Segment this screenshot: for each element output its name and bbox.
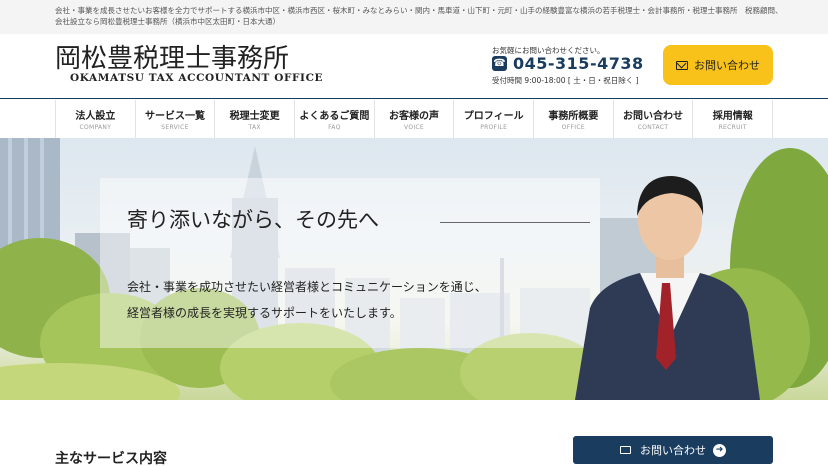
nav-top-border [0,98,828,99]
arrow-right-icon: ➜ [713,443,726,457]
nav-item-company[interactable]: 法人設立 COMPANY [56,100,136,138]
site-description: 会社・事業を成長させたいお客様を全力でサポートする横浜市中区・横浜市西区・桜木町… [55,6,783,26]
nav-sublabel: COMPANY [79,124,112,131]
nav-sublabel: SERVICE [161,124,189,131]
nav-label: 税理士変更 [229,111,280,122]
nav-item-contact[interactable]: お問い合わせ CONTACT [614,100,694,138]
nav-label: プロフィール [463,111,524,122]
nav-item-voice[interactable]: お客様の声 VOICE [375,100,455,138]
top-info-bar: 会社・事業を成長させたいお客様を全力でサポートする横浜市中区・横浜市西区・桜木町… [0,0,828,34]
nav-item-tax[interactable]: 税理士変更 TAX [215,100,296,138]
nav-sublabel: OFFICE [561,124,585,131]
global-nav: 法人設立 COMPANY サービス一覧 SERVICE 税理士変更 TAX よくあるご… [55,100,774,138]
logo-subtitle: OKAMATSU TAX ACCOUNTANT OFFICE [70,72,324,84]
nav-label: よくあるご質問 [299,111,370,122]
hero-headline: 寄り添いながら、その先へ [127,208,379,232]
header-contact-label: お問い合わせ [694,59,760,72]
phone-number[interactable]: 045-315-4738 [513,54,644,73]
nav-sublabel: CONTACT [637,124,669,131]
nav-label: 法人設立 [75,111,116,122]
services-contact-label: お問い合わせ [640,444,706,457]
nav-label: お問い合わせ [623,111,684,122]
hero-banner: 寄り添いながら、その先へ 会社・事業を成功させたい経営者様とコミュニケーションを… [0,138,828,400]
nav-item-service[interactable]: サービス一覧 SERVICE [136,100,216,138]
header-contact-button[interactable]: お問い合わせ [663,45,773,85]
hero-background-image [0,138,828,400]
phone-row[interactable]: ☎ 045-315-4738 [492,54,644,73]
services-section-title: 主なサービス内容 [55,451,167,466]
nav-sublabel: RECRUIT [718,124,747,131]
hero-divider [440,222,590,223]
nav-sublabel: VOICE [404,124,425,131]
nav-item-faq[interactable]: よくあるご質問 FAQ [295,100,375,138]
nav-label: お客様の声 [389,111,440,122]
business-hours: 受付時間 9:00-18:00 [ 土・日・祝日除く ] [492,76,639,85]
nav-sublabel: PROFILE [480,124,508,131]
mail-icon [676,60,688,70]
hero-body-line1: 会社・事業を成功させたい経営者様とコミュニケーションを通じ、 [127,280,487,294]
nav-label: サービス一覧 [145,111,205,122]
nav-label: 事務所概要 [548,111,599,122]
nav-sublabel: FAQ [328,124,341,131]
nav-item-recruit[interactable]: 採用情報 RECRUIT [693,100,774,138]
services-contact-button[interactable]: お問い合わせ ➜ [573,436,773,464]
nav-sublabel: TAX [248,124,261,131]
nav-item-profile[interactable]: プロフィール PROFILE [454,100,535,138]
nav-label: 採用情報 [712,111,753,122]
nav-item-office[interactable]: 事務所概要 OFFICE [534,100,614,138]
phone-icon: ☎ [492,56,507,71]
hero-body-line2: 経営者様の成長を実現するサポートをいたします。 [127,306,402,320]
logo-title[interactable]: 岡松豊税理士事務所 [55,38,289,75]
mail-icon [620,446,631,454]
